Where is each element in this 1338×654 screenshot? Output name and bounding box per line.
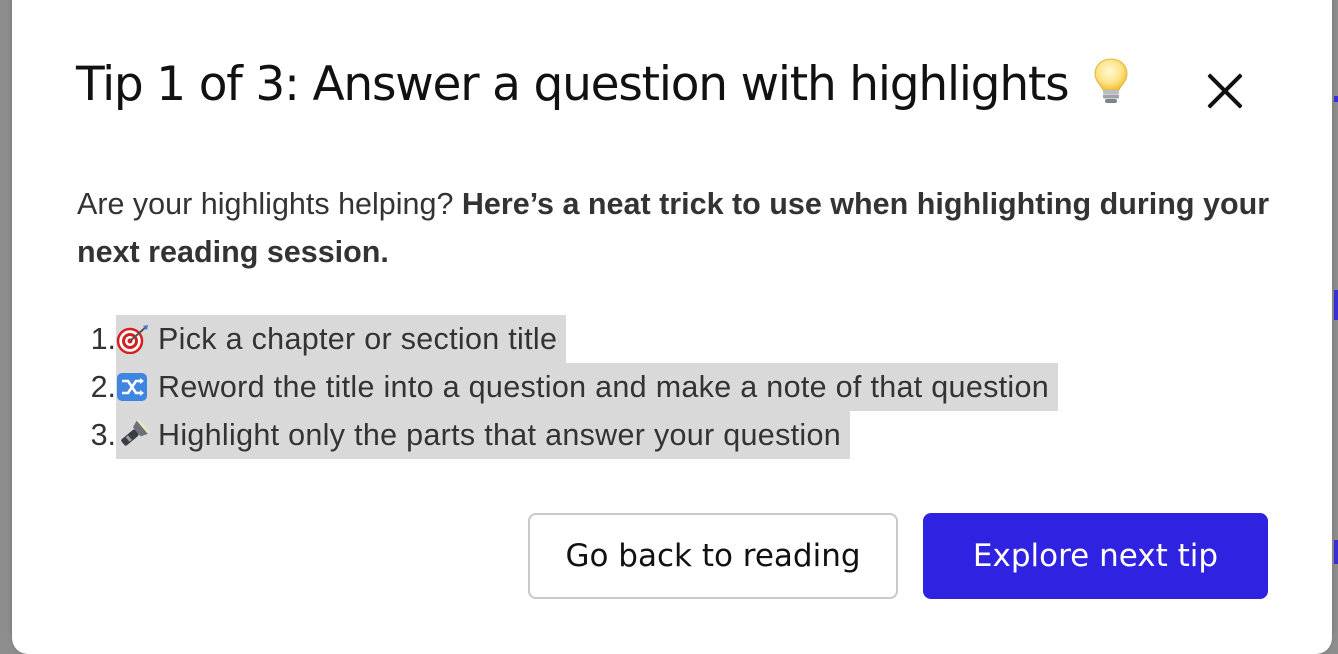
step-number: 1. [90,322,116,356]
shuffle-icon [117,373,147,401]
lightbulb-icon [1094,58,1128,103]
step-text: Highlight only the parts that answer you… [158,418,841,452]
close-button[interactable] [1202,68,1248,114]
highlighted-text[interactable]: Pick a chapter or section title [116,315,567,363]
go-back-button[interactable]: Go back to reading [528,513,898,599]
dialog-title: Tip 1 of 3: Answer a question with highl… [76,56,1130,112]
target-icon [116,325,148,354]
step-text: Reword the title into a question and mak… [158,370,1050,404]
background-edge-mark [1334,540,1338,564]
background-edge-mark [1334,96,1338,102]
highlighted-text[interactable]: Highlight only the parts that answer you… [116,411,850,459]
tip-dialog: Tip 1 of 3: Answer a question with highl… [12,0,1332,654]
intro-regular: Are your highlights helping? [77,187,462,221]
highlighted-text[interactable]: Reword the title into a question and mak… [116,363,1059,411]
flashlight-icon [121,420,150,446]
step-number: 2. [90,370,116,404]
intro-text: Are your highlights helping? Here’s a ne… [77,180,1287,276]
list-item: 1. Pick a chapter or section title [77,315,1058,363]
step-text: Pick a chapter or section title [158,322,558,356]
explore-next-tip-button[interactable]: Explore next tip [923,513,1268,599]
step-number: 3. [90,418,116,452]
background-edge-mark [1334,290,1338,320]
list-item: 3. Highlight only the parts that answer … [77,411,1058,459]
dialog-title-text: Tip 1 of 3: Answer a question with highl… [76,57,1070,112]
steps-list: 1. Pick a chapter or section title 2. Re… [77,315,1059,459]
list-item: 2. Reword the title into a question and … [77,363,1059,411]
